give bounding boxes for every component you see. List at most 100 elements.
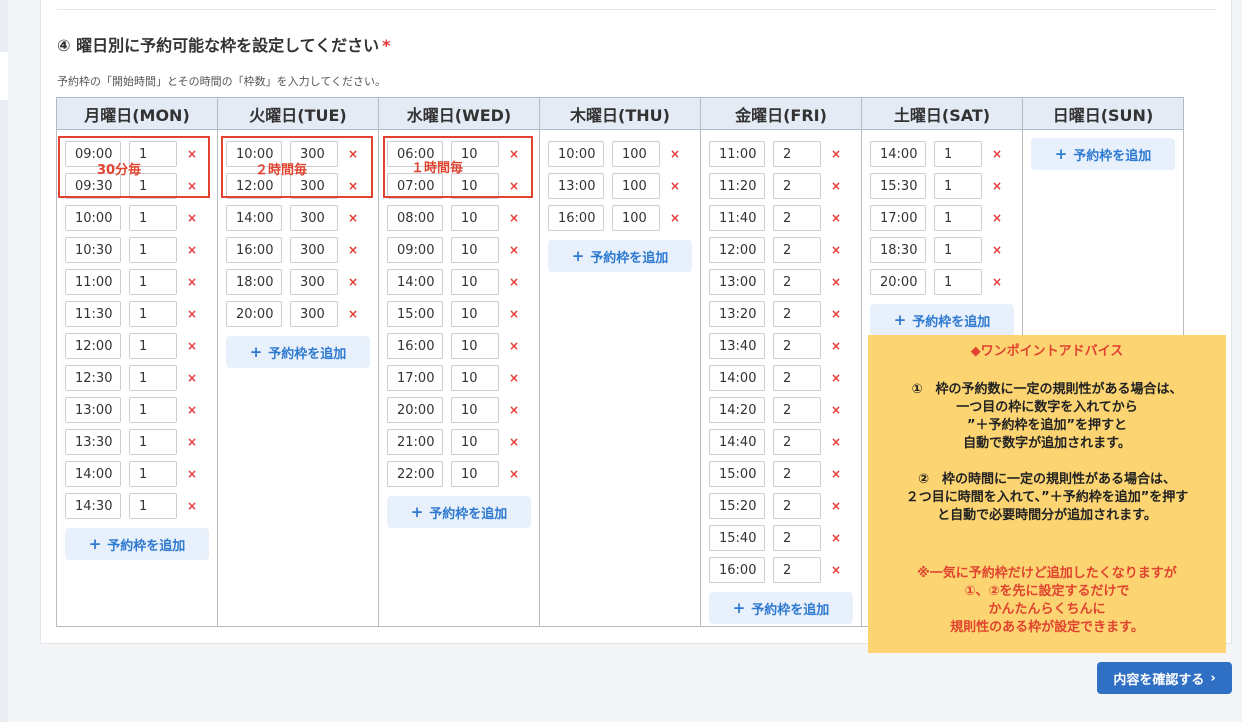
slot-count-input[interactable]: 2 xyxy=(773,141,821,167)
start-time-input[interactable]: 14:40 xyxy=(709,429,765,455)
slot-count-input[interactable]: 10 xyxy=(451,269,499,295)
start-time-input[interactable]: 15:00 xyxy=(387,301,443,327)
start-time-input[interactable]: 14:00 xyxy=(226,205,282,231)
start-time-input[interactable]: 18:30 xyxy=(870,237,926,263)
delete-slot-icon[interactable]: × xyxy=(821,499,851,513)
start-time-input[interactable]: 12:00 xyxy=(65,333,121,359)
slot-count-input[interactable]: 300 xyxy=(290,237,338,263)
delete-slot-icon[interactable]: × xyxy=(821,275,851,289)
delete-slot-icon[interactable]: × xyxy=(982,275,1012,289)
delete-slot-icon[interactable]: × xyxy=(499,339,529,353)
start-time-input[interactable]: 09:30 xyxy=(65,173,121,199)
delete-slot-icon[interactable]: × xyxy=(821,403,851,417)
delete-slot-icon[interactable]: × xyxy=(177,371,207,385)
start-time-input[interactable]: 14:00 xyxy=(870,141,926,167)
delete-slot-icon[interactable]: × xyxy=(821,179,851,193)
slot-count-input[interactable]: 1 xyxy=(129,429,177,455)
start-time-input[interactable]: 16:00 xyxy=(548,205,604,231)
add-slot-button[interactable]: + 予約枠を追加 xyxy=(548,240,692,272)
slot-count-input[interactable]: 100 xyxy=(612,205,660,231)
start-time-input[interactable]: 13:40 xyxy=(709,333,765,359)
slot-count-input[interactable]: 2 xyxy=(773,173,821,199)
delete-slot-icon[interactable]: × xyxy=(338,307,368,321)
slot-count-input[interactable]: 2 xyxy=(773,525,821,551)
delete-slot-icon[interactable]: × xyxy=(499,371,529,385)
start-time-input[interactable]: 12:00 xyxy=(709,237,765,263)
start-time-input[interactable]: 11:40 xyxy=(709,205,765,231)
slot-count-input[interactable]: 2 xyxy=(773,237,821,263)
confirm-button[interactable]: 内容を確認する › xyxy=(1097,662,1232,694)
delete-slot-icon[interactable]: × xyxy=(821,371,851,385)
start-time-input[interactable]: 06:00 xyxy=(387,141,443,167)
slot-count-input[interactable]: 300 xyxy=(290,205,338,231)
slot-count-input[interactable]: 10 xyxy=(451,173,499,199)
slot-count-input[interactable]: 1 xyxy=(129,493,177,519)
slot-count-input[interactable]: 2 xyxy=(773,461,821,487)
start-time-input[interactable]: 20:00 xyxy=(870,269,926,295)
slot-count-input[interactable]: 300 xyxy=(290,301,338,327)
start-time-input[interactable]: 16:00 xyxy=(709,557,765,583)
delete-slot-icon[interactable]: × xyxy=(499,147,529,161)
slot-count-input[interactable]: 1 xyxy=(934,141,982,167)
slot-count-input[interactable]: 1 xyxy=(129,173,177,199)
slot-count-input[interactable]: 10 xyxy=(451,301,499,327)
delete-slot-icon[interactable]: × xyxy=(982,211,1012,225)
delete-slot-icon[interactable]: × xyxy=(499,467,529,481)
add-slot-button[interactable]: + 予約枠を追加 xyxy=(387,496,531,528)
delete-slot-icon[interactable]: × xyxy=(177,339,207,353)
start-time-input[interactable]: 21:00 xyxy=(387,429,443,455)
delete-slot-icon[interactable]: × xyxy=(982,243,1012,257)
delete-slot-icon[interactable]: × xyxy=(177,147,207,161)
slot-count-input[interactable]: 10 xyxy=(451,429,499,455)
delete-slot-icon[interactable]: × xyxy=(821,307,851,321)
delete-slot-icon[interactable]: × xyxy=(338,179,368,193)
slot-count-input[interactable]: 300 xyxy=(290,141,338,167)
slot-count-input[interactable]: 1 xyxy=(129,237,177,263)
slot-count-input[interactable]: 2 xyxy=(773,269,821,295)
delete-slot-icon[interactable]: × xyxy=(338,243,368,257)
start-time-input[interactable]: 11:00 xyxy=(65,269,121,295)
slot-count-input[interactable]: 1 xyxy=(934,173,982,199)
delete-slot-icon[interactable]: × xyxy=(821,339,851,353)
start-time-input[interactable]: 10:00 xyxy=(65,205,121,231)
start-time-input[interactable]: 11:00 xyxy=(709,141,765,167)
slot-count-input[interactable]: 1 xyxy=(129,269,177,295)
slot-count-input[interactable]: 10 xyxy=(451,237,499,263)
slot-count-input[interactable]: 2 xyxy=(773,301,821,327)
add-slot-button[interactable]: + 予約枠を追加 xyxy=(226,336,370,368)
slot-count-input[interactable]: 1 xyxy=(129,365,177,391)
start-time-input[interactable]: 10:00 xyxy=(226,141,282,167)
slot-count-input[interactable]: 2 xyxy=(773,333,821,359)
start-time-input[interactable]: 15:20 xyxy=(709,493,765,519)
delete-slot-icon[interactable]: × xyxy=(821,531,851,545)
slot-count-input[interactable]: 1 xyxy=(129,461,177,487)
slot-count-input[interactable]: 10 xyxy=(451,141,499,167)
start-time-input[interactable]: 09:00 xyxy=(387,237,443,263)
delete-slot-icon[interactable]: × xyxy=(982,179,1012,193)
slot-count-input[interactable]: 1 xyxy=(934,205,982,231)
start-time-input[interactable]: 15:30 xyxy=(870,173,926,199)
delete-slot-icon[interactable]: × xyxy=(338,147,368,161)
start-time-input[interactable]: 13:20 xyxy=(709,301,765,327)
start-time-input[interactable]: 14:00 xyxy=(65,461,121,487)
slot-count-input[interactable]: 10 xyxy=(451,205,499,231)
delete-slot-icon[interactable]: × xyxy=(821,563,851,577)
delete-slot-icon[interactable]: × xyxy=(821,243,851,257)
start-time-input[interactable]: 12:00 xyxy=(226,173,282,199)
delete-slot-icon[interactable]: × xyxy=(177,307,207,321)
delete-slot-icon[interactable]: × xyxy=(821,147,851,161)
slot-count-input[interactable]: 2 xyxy=(773,397,821,423)
slot-count-input[interactable]: 2 xyxy=(773,493,821,519)
delete-slot-icon[interactable]: × xyxy=(338,275,368,289)
start-time-input[interactable]: 18:00 xyxy=(226,269,282,295)
start-time-input[interactable]: 15:00 xyxy=(709,461,765,487)
slot-count-input[interactable]: 10 xyxy=(451,365,499,391)
start-time-input[interactable]: 20:00 xyxy=(387,397,443,423)
delete-slot-icon[interactable]: × xyxy=(499,403,529,417)
slot-count-input[interactable]: 10 xyxy=(451,461,499,487)
start-time-input[interactable]: 17:00 xyxy=(870,205,926,231)
add-slot-button[interactable]: + 予約枠を追加 xyxy=(1031,138,1175,170)
delete-slot-icon[interactable]: × xyxy=(177,211,207,225)
delete-slot-icon[interactable]: × xyxy=(660,179,690,193)
start-time-input[interactable]: 11:20 xyxy=(709,173,765,199)
